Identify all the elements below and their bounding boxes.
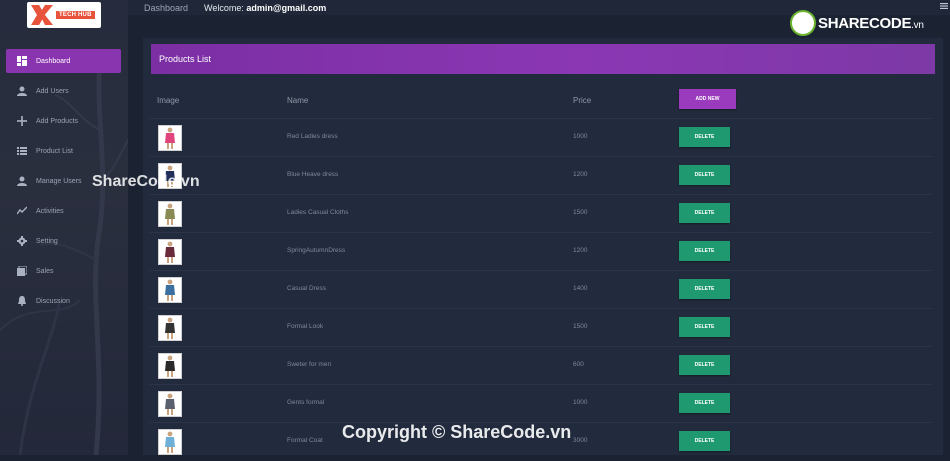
- product-thumbnail[interactable]: [158, 429, 182, 455]
- bell-icon: [15, 294, 29, 308]
- sidebar-item-sales[interactable]: Sales: [6, 259, 121, 283]
- product-name: SpringAutumnDress: [287, 247, 346, 254]
- delete-button[interactable]: DELETE: [679, 393, 730, 413]
- sharecode-watermark-logo: SHARECODE.vn: [790, 10, 924, 36]
- sidebar-item-label: Activities: [36, 207, 64, 215]
- product-price: 600: [573, 361, 584, 368]
- card-title: Products List: [159, 54, 212, 64]
- sidebar-item-activities[interactable]: Activities: [6, 199, 121, 223]
- table-row: Casual Dress 1400 DELETE: [150, 270, 932, 309]
- product-thumbnail[interactable]: [158, 239, 182, 265]
- sidebar-item-label: Setting: [36, 237, 58, 245]
- product-image-icon: [165, 431, 175, 453]
- sidebar-item-label: Dashboard: [36, 57, 71, 65]
- sidebar-item-label: Add Users: [36, 87, 69, 95]
- column-header-name: Name: [287, 96, 309, 105]
- menu-toggle-icon[interactable]: [940, 3, 948, 9]
- delete-button[interactable]: DELETE: [679, 165, 730, 185]
- product-image-icon: [165, 279, 175, 301]
- list-icon: [15, 144, 29, 158]
- brand-logo[interactable]: TECH HUB: [27, 2, 101, 28]
- product-image-icon: [165, 393, 175, 415]
- welcome-prefix: Welcome:: [204, 2, 244, 13]
- product-thumbnail[interactable]: [158, 277, 182, 303]
- product-name: Sweter for men: [287, 361, 332, 368]
- sidebar-item-setting[interactable]: Setting: [6, 229, 121, 253]
- sidebar: TECH HUB Dashboard Add Users Add Product…: [0, 0, 128, 455]
- product-name: Ladies Casual Cloths: [287, 209, 349, 216]
- product-image-icon: [165, 127, 175, 149]
- product-name: Blue Heave dress: [287, 171, 339, 178]
- table-row: Red Ladies dress 1000 DELETE: [150, 118, 932, 157]
- sharecode-logo-text: SHARECODE.vn: [818, 14, 924, 32]
- table-row: Formal Look 1500 DELETE: [150, 308, 932, 347]
- product-price: 1500: [573, 209, 588, 216]
- sales-icon: [15, 264, 29, 278]
- add-new-button[interactable]: ADD NEW: [679, 89, 736, 109]
- brand-mark-icon: [31, 5, 53, 25]
- product-name: Formal Coat: [287, 437, 323, 444]
- product-price: 1500: [573, 323, 588, 330]
- sidebar-item-label: Add Products: [36, 117, 79, 125]
- delete-button[interactable]: DELETE: [679, 355, 730, 375]
- welcome-user: admin@gmail.com: [246, 2, 327, 13]
- plus-icon: [15, 114, 29, 128]
- table-row: Blue Heave dress 1200 DELETE: [150, 156, 932, 195]
- table-row: Ladies Casual Cloths 1500 DELETE: [150, 194, 932, 233]
- dashboard-icon: [15, 54, 29, 68]
- product-price: 1000: [573, 399, 588, 406]
- column-header-price: Price: [573, 96, 592, 105]
- delete-button[interactable]: DELETE: [679, 203, 730, 223]
- product-thumbnail[interactable]: [158, 201, 182, 227]
- user-icon: [15, 174, 29, 188]
- product-thumbnail[interactable]: [158, 353, 182, 379]
- product-image-icon: [165, 241, 175, 263]
- delete-button[interactable]: DELETE: [679, 279, 730, 299]
- product-price: 3000: [573, 437, 588, 444]
- welcome-text: Welcome: admin@gmail.com: [204, 3, 326, 13]
- sidebar-item-label: Manage Users: [36, 177, 82, 185]
- product-image-icon: [165, 203, 175, 225]
- product-name: Red Ladies dress: [287, 133, 338, 140]
- sidebar-item-label: Discussion: [36, 297, 70, 305]
- product-thumbnail[interactable]: [158, 315, 182, 341]
- product-price: 1200: [573, 247, 588, 254]
- user-icon: [15, 84, 29, 98]
- product-name: Gents formal: [287, 399, 325, 406]
- delete-button[interactable]: DELETE: [679, 431, 730, 451]
- sidebar-item-label: Product List: [36, 147, 73, 155]
- product-name: Casual Dress: [287, 285, 327, 292]
- product-price: 1400: [573, 285, 588, 292]
- product-image-icon: [165, 355, 175, 377]
- product-price: 1000: [573, 133, 588, 140]
- delete-button[interactable]: DELETE: [679, 127, 730, 147]
- table-row: Gents formal 1000 DELETE: [150, 384, 932, 423]
- table-row: SpringAutumnDress 1200 DELETE: [150, 232, 932, 271]
- product-price: 1200: [573, 171, 588, 178]
- delete-button[interactable]: DELETE: [679, 317, 730, 337]
- breadcrumb[interactable]: Dashboard: [144, 3, 188, 13]
- product-image-icon: [165, 317, 175, 339]
- sidebar-item-dashboard[interactable]: Dashboard: [6, 49, 121, 73]
- product-name: Formal Look: [287, 323, 324, 330]
- product-thumbnail[interactable]: [158, 391, 182, 417]
- brand-name: TECH HUB: [56, 11, 95, 19]
- activity-icon: [15, 204, 29, 218]
- gear-icon: [15, 234, 29, 248]
- sharecode-logo-icon: [790, 10, 816, 36]
- sidebar-item-add-users[interactable]: Add Users: [6, 79, 121, 103]
- table-row: Sweter for men 600 DELETE: [150, 346, 932, 385]
- delete-button[interactable]: DELETE: [679, 241, 730, 261]
- sidebar-item-discussion[interactable]: Discussion: [6, 289, 121, 313]
- sidebar-item-product-list[interactable]: Product List: [6, 139, 121, 163]
- sidebar-item-add-products[interactable]: Add Products: [6, 109, 121, 133]
- column-header-image: Image: [157, 96, 180, 105]
- watermark-middle: ShareCode.vn: [92, 173, 200, 190]
- product-thumbnail[interactable]: [158, 125, 182, 151]
- sidebar-item-label: Sales: [36, 267, 54, 275]
- card-header: Products List: [151, 44, 935, 74]
- watermark-copyright: Copyright © ShareCode.vn: [342, 422, 572, 442]
